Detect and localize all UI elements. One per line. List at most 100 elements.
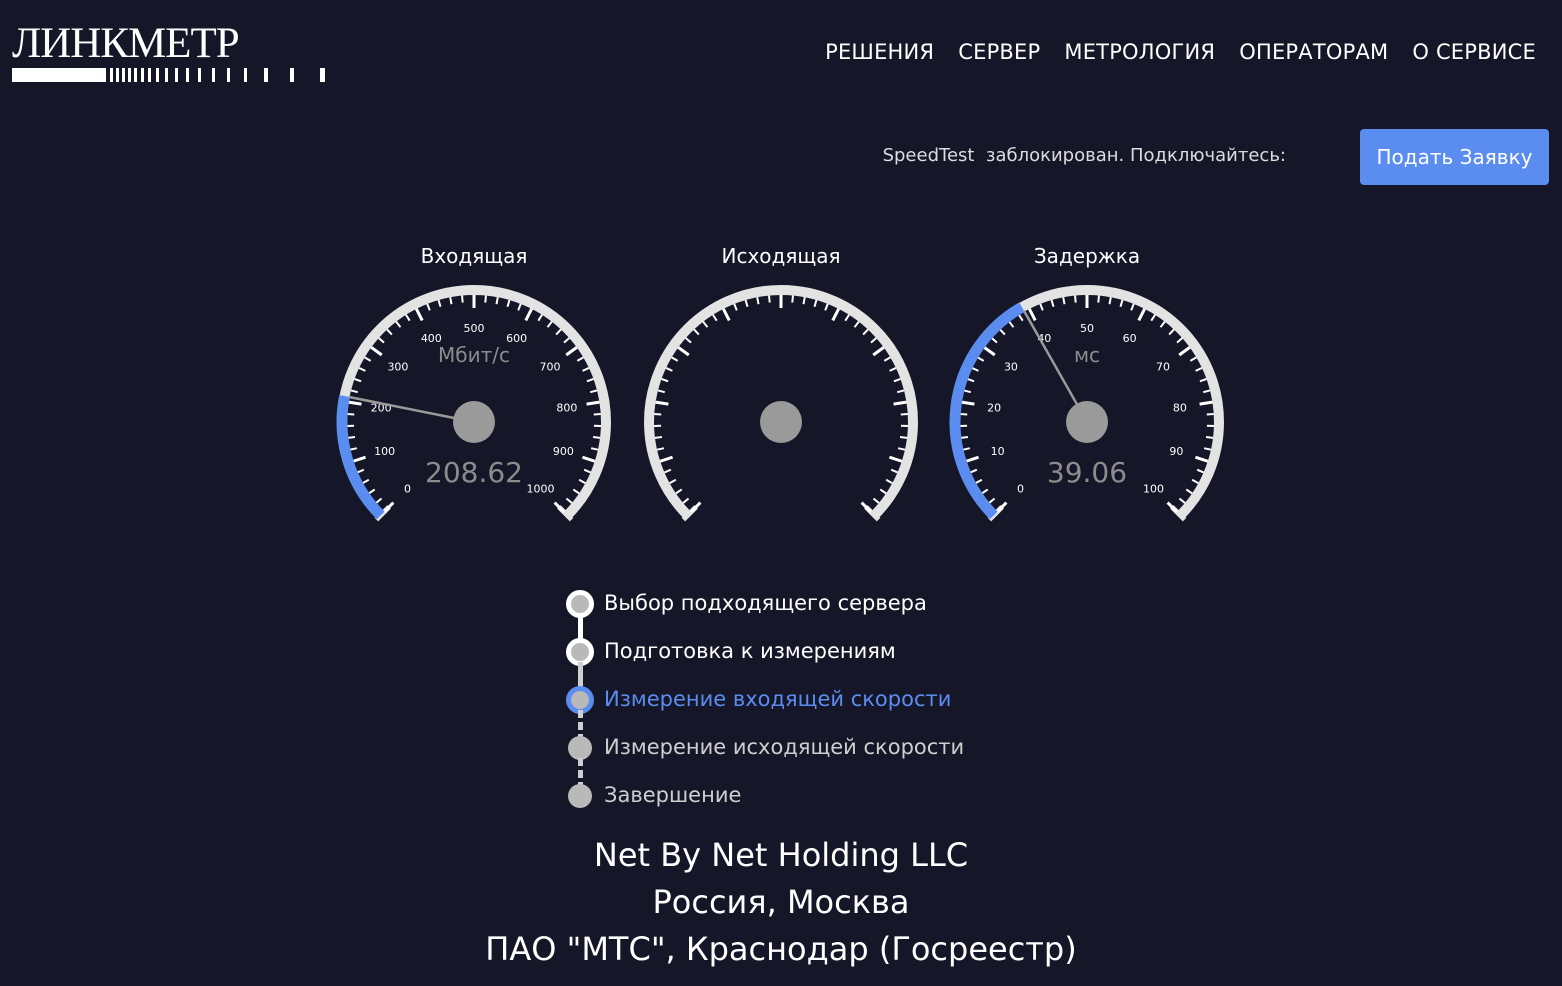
gauge-tick-label: 80 (1173, 401, 1187, 414)
gauge-minor-tick (862, 328, 869, 336)
gauge-minor-tick (572, 488, 580, 495)
gauge-tick-label: 20 (987, 401, 1001, 414)
gauge-minor-tick (350, 389, 359, 394)
gauge-tick-label: 1000 (526, 482, 554, 495)
gauge-minor-tick (1185, 488, 1193, 495)
gauge-tick-label: 900 (553, 445, 574, 458)
gauge-minor-tick (702, 321, 709, 328)
gauge-major-tick (1137, 308, 1146, 322)
gauge-minor-tick (977, 356, 985, 362)
gauge-minor-tick (712, 314, 718, 322)
gauge-minor-tick (1074, 295, 1077, 303)
gauge-minor-tick (578, 478, 586, 485)
gauge-minor-tick (1191, 478, 1199, 485)
gauge-minor-tick (988, 497, 996, 504)
gauge-dial (644, 285, 918, 522)
gauge-major-tick (415, 308, 424, 322)
step-label: Измерение входящей скорости (604, 687, 952, 711)
gauge-minor-tick (495, 297, 499, 305)
gauge-minor-tick (991, 337, 998, 344)
server-info: Net By Net Holding LLC Россия, Москва ПА… (0, 832, 1562, 973)
gauge-minor-tick (885, 478, 893, 485)
gauge-tick-label: 60 (1123, 332, 1137, 345)
gauge-minor-tick (546, 321, 553, 328)
gauge-major-tick (961, 400, 975, 406)
gauge-major-tick (1199, 400, 1213, 406)
apply-button[interactable]: Подать Заявку (1360, 129, 1549, 185)
gauge-minor-tick (506, 299, 511, 308)
gauge-minor-tick (1205, 436, 1214, 439)
gauge-major-tick (983, 346, 996, 357)
gauge-minor-tick (1150, 314, 1156, 322)
gauge-minor-tick (872, 497, 880, 504)
nav-item-solutions[interactable]: РЕШЕНИЯ (825, 40, 934, 64)
logo[interactable]: ЛИНКМЕТР (12, 22, 332, 86)
gauge-minor-tick (517, 303, 522, 311)
gauge-minor-tick (675, 488, 683, 495)
gauge-minor-tick (813, 299, 818, 308)
gauge-minor-tick (362, 478, 370, 485)
server-provider: Net By Net Holding LLC (593, 836, 969, 874)
gauge-dial: 01002003004005006007008009001000Мбит/с20… (336, 285, 611, 522)
gauge-minor-tick (853, 321, 860, 328)
gauge-major-tick (348, 400, 362, 406)
gauge-minor-tick (1039, 303, 1044, 311)
gauge-minor-tick (347, 436, 356, 439)
gauge-tick-label: 70 (1156, 361, 1170, 374)
gauge-minor-tick (669, 478, 677, 485)
gauge-minor-tick (970, 468, 978, 474)
nav-item-metrology[interactable]: МЕТРОЛОГИЯ (1064, 40, 1215, 64)
gauge-minor-tick (405, 314, 411, 322)
gauge-minor-tick (889, 367, 897, 372)
nav-item-server[interactable]: СЕРВЕР (958, 40, 1040, 64)
gauge-minor-tick (1062, 297, 1066, 305)
gauge-tick-label: 700 (540, 361, 561, 374)
gauge-minor-tick (1097, 295, 1100, 303)
gauge-minor-tick (879, 488, 887, 495)
gauge-major-tick (722, 308, 731, 322)
gauge-minor-tick (824, 303, 829, 311)
gauge-minor-tick (426, 303, 431, 311)
gauge-minor-tick (967, 378, 975, 383)
gauge-minor-tick (1050, 299, 1055, 308)
gauge-minor-tick (1130, 303, 1135, 311)
gauge-minor-tick (657, 389, 666, 394)
gauge-minor-tick (589, 389, 598, 394)
gauge-minor-tick (449, 297, 453, 305)
gauge-minor-tick (586, 378, 594, 383)
logo-text: ЛИНКМЕТР (12, 20, 240, 67)
gauge-minor-tick (592, 436, 601, 439)
gauge-tick-label: 30 (1004, 361, 1018, 374)
gauge-hub (1066, 401, 1108, 443)
gauge-minor-tick (870, 337, 877, 344)
gauge-minor-tick (744, 299, 749, 308)
gauge-minor-tick (1195, 367, 1203, 372)
gauge-minor-tick (563, 337, 570, 344)
speedtest-blocked-notice: SpeedTest заблокирован. Подключайтесь: (882, 145, 1286, 166)
gauge-minor-tick (1018, 314, 1024, 322)
gauge-major-tick (524, 308, 533, 322)
gauge-minor-tick (582, 367, 590, 372)
gauge-minor-tick (671, 356, 679, 362)
gauge-minor-tick (896, 389, 905, 394)
gauge-hub (453, 401, 495, 443)
gauge-major-tick (1028, 308, 1037, 322)
gauge-minor-tick (654, 436, 663, 439)
gauge-tick-label: 500 (464, 322, 485, 335)
nav-item-about[interactable]: О СЕРВИСЕ (1412, 40, 1536, 64)
download-gauge: 0 100 200 300 400 500 600 700 800 900 1000 Мбит/с 20… (324, 240, 624, 540)
gauge-major-tick (565, 346, 578, 357)
gauge-major-tick (893, 400, 907, 406)
gauge-minor-tick (962, 447, 971, 451)
gauge-major-tick (586, 400, 600, 406)
step-label: Подготовка к измерениям (604, 639, 896, 663)
gauge-hub (760, 401, 802, 443)
gauge-minor-tick (693, 328, 700, 336)
step-status-dot (568, 736, 592, 760)
gauge-minor-tick (583, 468, 591, 474)
gauge-minor-tick (999, 328, 1006, 336)
logo-barcode-graphic (12, 68, 325, 82)
gauge-major-tick (872, 346, 885, 357)
nav-item-operators[interactable]: ОПЕРАТОРАМ (1239, 40, 1388, 64)
gauge-major-tick (655, 400, 669, 406)
